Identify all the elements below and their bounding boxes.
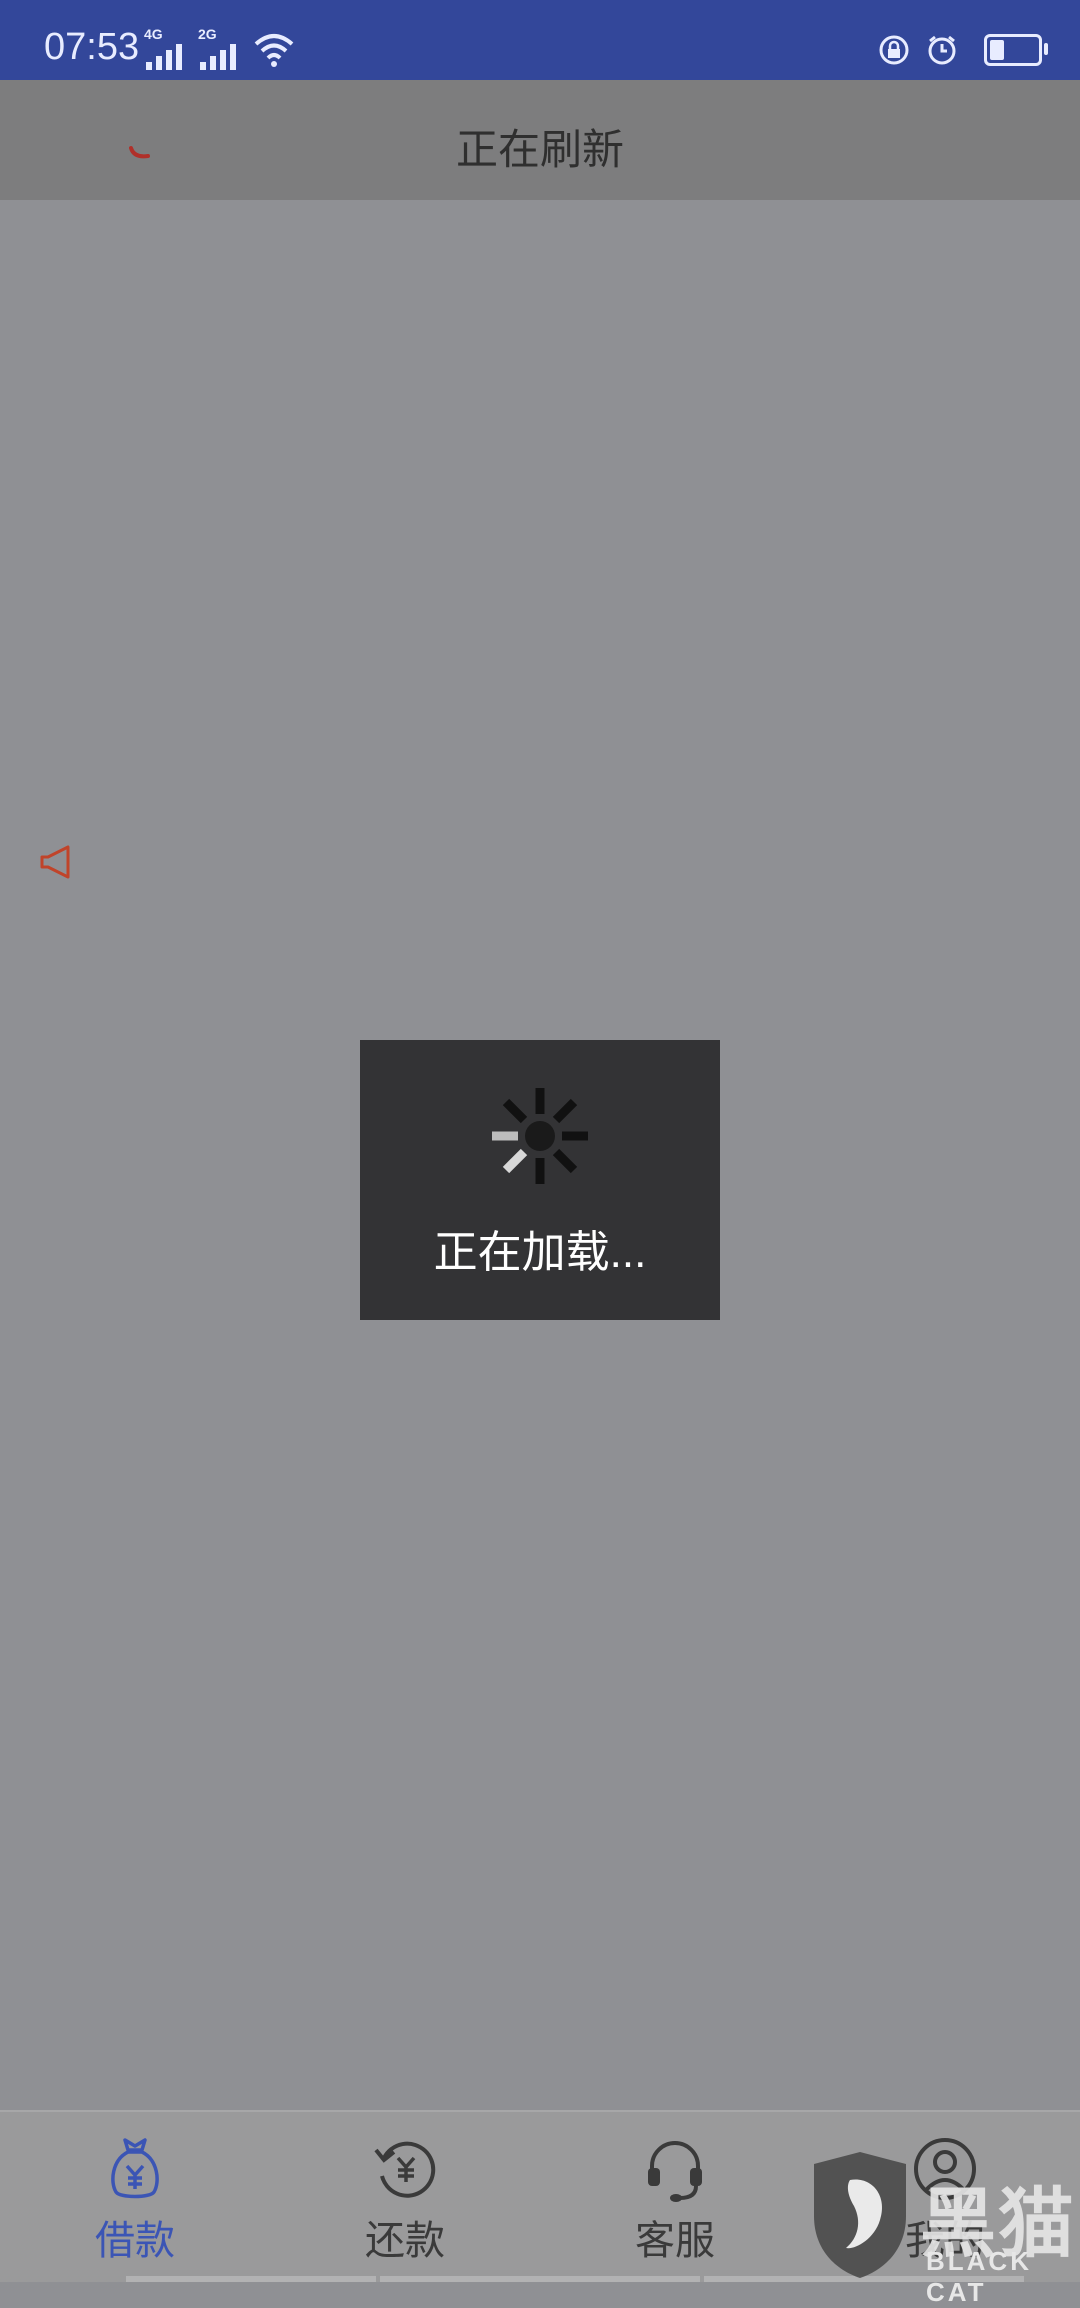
nav-label-repay: 还款: [365, 2219, 445, 2263]
app-header: 正在刷新: [0, 80, 1080, 200]
status-time: 07:53: [44, 26, 140, 68]
nav-label-borrow: 借款: [95, 2219, 175, 2263]
alarm-icon: [928, 35, 956, 65]
battery-icon: [984, 34, 1048, 66]
signal-icon: 4G: [144, 26, 188, 70]
black-cat-watermark: 黑猫 BLACK CAT: [810, 2150, 1080, 2307]
watermark-en: BLACK CAT: [926, 2246, 1032, 2307]
loading-spinner-icon: [492, 1088, 588, 1184]
rotation-lock-icon: [879, 35, 909, 65]
nav-indicator: [380, 2276, 700, 2282]
loading-dialog: 正在加载...: [360, 1040, 720, 1320]
nav-item-borrow[interactable]: 借款: [55, 2136, 215, 2266]
network-type-label: 2G: [198, 26, 217, 42]
money-bag-icon: [111, 2138, 159, 2199]
network-type-label: 4G: [144, 26, 163, 42]
nav-item-repay[interactable]: 还款: [325, 2136, 485, 2266]
speaker-icon[interactable]: [36, 842, 76, 882]
repay-icon: [374, 2141, 436, 2198]
status-right-icons: [878, 34, 1048, 66]
nav-item-service[interactable]: 客服: [595, 2136, 755, 2266]
refresh-indicator-icon: [129, 146, 150, 159]
shield-cat-icon: [814, 2152, 906, 2278]
status-left-icons: 4G 2G: [144, 26, 296, 70]
headset-icon: [648, 2141, 702, 2202]
nav-label-service: 客服: [635, 2219, 715, 2263]
loading-text: 正在加载...: [433, 1228, 647, 1277]
status-bar: 07:53 4G 2G: [0, 0, 1080, 80]
wifi-icon: [254, 34, 294, 67]
signal-icon: 2G: [198, 26, 242, 70]
page-title: 正在刷新: [455, 126, 624, 173]
nav-indicator: [126, 2276, 376, 2282]
